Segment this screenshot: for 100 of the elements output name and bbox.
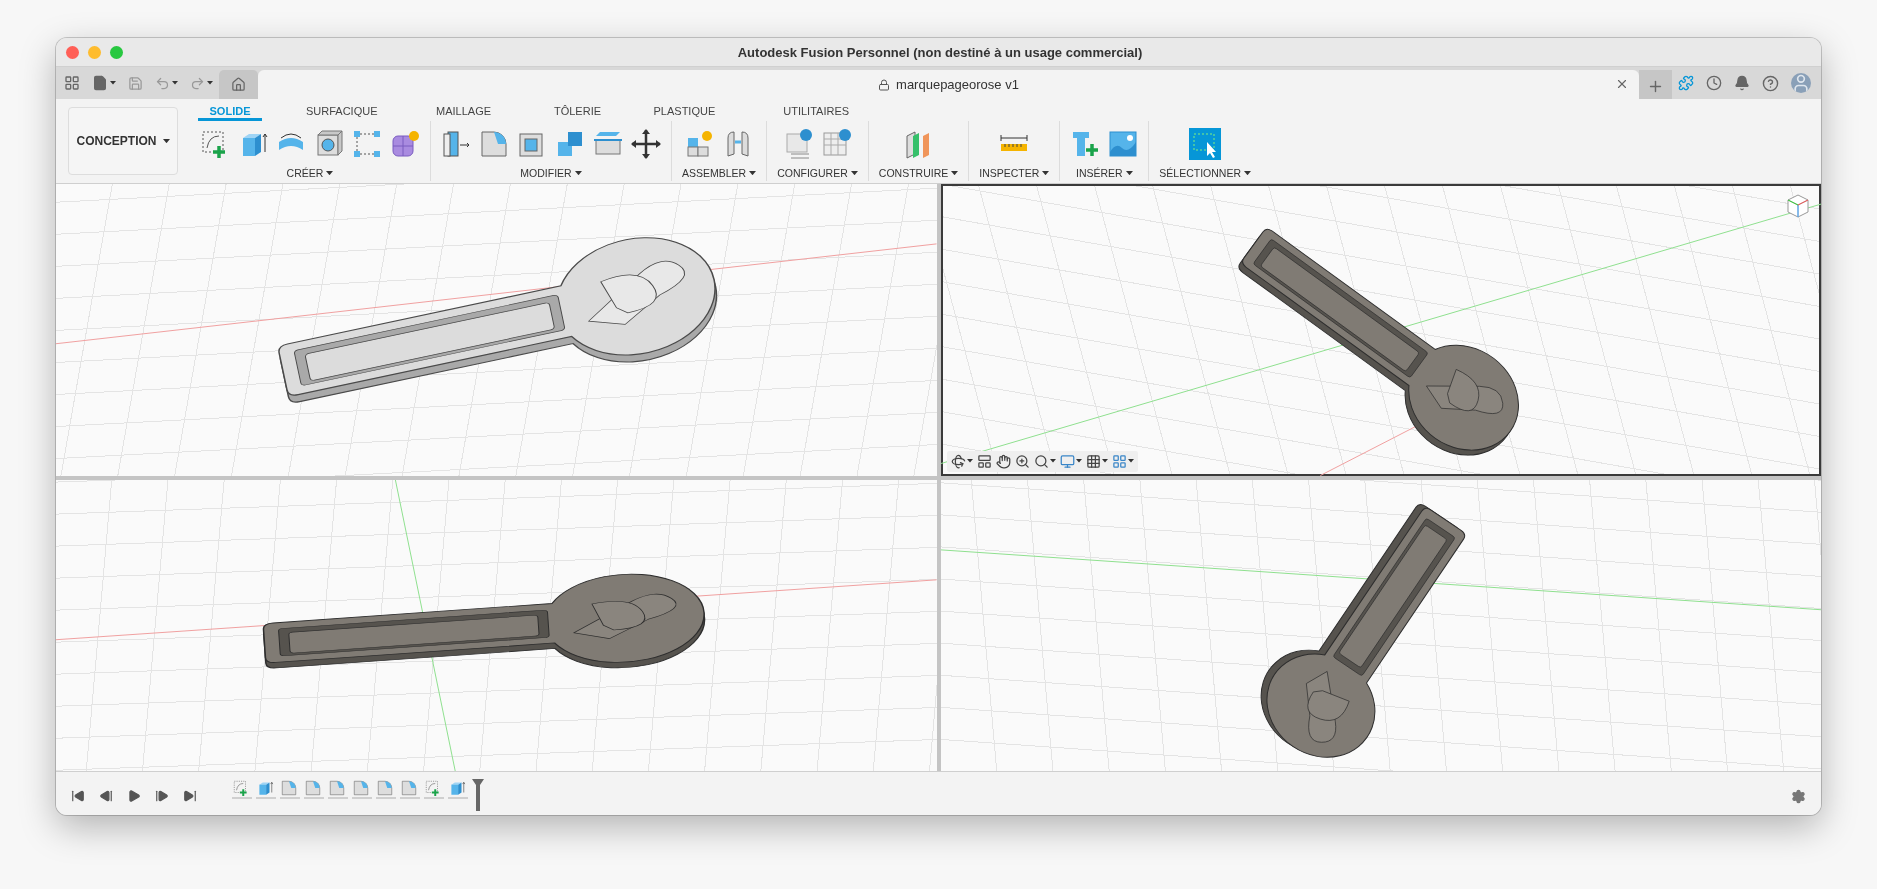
tool-group-menu[interactable]: MODIFIER	[518, 163, 584, 179]
timeline-marker-icon	[472, 779, 484, 811]
home-icon	[231, 77, 246, 92]
rounded-block-icon	[400, 779, 418, 797]
viewport[interactable]	[56, 479, 937, 771]
tool-group-menu[interactable]: INSÉRER	[1073, 163, 1135, 179]
puzzle-icon	[1678, 75, 1694, 91]
caret-icon	[1101, 459, 1108, 463]
tool-group-menu[interactable]: CONFIGURER	[775, 163, 860, 179]
monitor-icon	[1059, 453, 1075, 469]
rounded-block-icon	[280, 779, 298, 797]
zoom-window-button[interactable]	[110, 45, 123, 59]
rounded-block-icon	[376, 779, 394, 797]
block-arrow-icon	[440, 128, 472, 160]
orbit-button[interactable]	[950, 453, 973, 469]
step-back-icon	[99, 789, 113, 803]
caret-icon	[326, 170, 334, 176]
tool-group-menu[interactable]: INSPECTER	[977, 163, 1052, 179]
grid-settings-button[interactable]	[1085, 453, 1108, 469]
viewports-icon	[1111, 453, 1127, 469]
skip-back-icon	[71, 789, 85, 803]
timeline-feature[interactable]	[352, 779, 372, 799]
avatar-icon	[1791, 73, 1811, 93]
cube-arrow-icon	[256, 779, 274, 797]
timeline-feature[interactable]	[448, 779, 468, 799]
timeline-feature[interactable]	[424, 779, 444, 799]
tool-group-menu[interactable]: CONSTRUIRE	[876, 163, 961, 179]
new-tab-button[interactable]	[1639, 70, 1672, 102]
toolbar-tab[interactable]: SURFACIQUE	[302, 101, 382, 121]
timeline-feature[interactable]	[400, 779, 420, 799]
file-icon	[92, 75, 108, 91]
look-at-button[interactable]	[976, 453, 992, 469]
document-title: marquepageorose v1	[896, 77, 1019, 92]
close-window-button[interactable]	[66, 45, 79, 59]
tool-group-menu[interactable]: ASSEMBLER	[680, 163, 759, 179]
caret-icon	[966, 459, 973, 463]
image-icon	[1107, 128, 1140, 160]
caret-icon	[110, 81, 116, 85]
redo-icon	[190, 75, 205, 91]
timeline-feature[interactable]	[256, 779, 276, 799]
toolbar-tab[interactable]: TÔLERIE	[545, 101, 610, 121]
caret-icon	[162, 138, 170, 144]
timeline-feature[interactable]	[304, 779, 324, 799]
viewports-button[interactable]	[1111, 453, 1134, 469]
toolbar-tab[interactable]: MAILLAGE	[431, 101, 496, 121]
caret-icon	[1127, 459, 1134, 463]
caret-icon	[850, 170, 858, 176]
hand-icon	[995, 453, 1011, 469]
sketch-plus-icon	[232, 779, 250, 797]
rounded-block-icon	[352, 779, 370, 797]
rounded-block-icon	[328, 779, 346, 797]
clock-icon	[1706, 75, 1722, 91]
toolbar-tab[interactable]: PLASTIQUE	[649, 101, 720, 121]
caret-icon	[207, 81, 213, 85]
document-tab[interactable]: marquepageorose v1	[258, 70, 1639, 99]
timeline-feature[interactable]	[328, 779, 348, 799]
lock-icon	[878, 78, 891, 91]
nodes-icon	[351, 128, 383, 160]
undo-icon	[155, 75, 170, 91]
save-icon	[128, 75, 143, 91]
pan-button[interactable]	[995, 453, 1011, 469]
rounded-block-icon	[478, 128, 510, 160]
grid-icon	[1085, 453, 1101, 469]
window-title: Autodesk Fusion Personnel (non destiné à un usage commercial)	[736, 44, 1144, 60]
caret-icon	[1125, 170, 1133, 176]
zoom-button[interactable]	[1014, 453, 1030, 469]
zoom-icon	[1014, 453, 1030, 469]
caret-icon	[1075, 459, 1082, 463]
timeline-feature[interactable]	[376, 779, 396, 799]
help-icon	[1762, 74, 1779, 92]
orbit-icon	[950, 453, 966, 469]
skip-forward-icon	[183, 789, 197, 803]
workspace-dropdown[interactable]: CONCEPTION	[68, 107, 178, 175]
apps-grid-icon	[64, 75, 80, 91]
tool-group-menu[interactable]: SÉLECTIONNER	[1157, 163, 1253, 179]
home-tab-button[interactable]	[219, 70, 258, 99]
caret-icon	[574, 170, 582, 176]
display-settings-button[interactable]	[1059, 453, 1082, 469]
viewport[interactable]	[940, 479, 1821, 771]
caret-icon	[951, 170, 959, 176]
cube-arrow-icon	[448, 779, 466, 797]
close-icon	[1615, 77, 1629, 91]
timeline-feature[interactable]	[280, 779, 300, 799]
tool-group-menu[interactable]: CRÉER	[284, 163, 336, 179]
toolbar-tab[interactable]: UTILITAIRES	[779, 101, 854, 121]
caret-icon	[1049, 459, 1056, 463]
sketch-plus-icon	[424, 779, 442, 797]
fit-button[interactable]	[1033, 453, 1056, 469]
play-icon	[127, 789, 141, 803]
magnifier-icon	[1033, 453, 1049, 469]
caret-icon	[172, 81, 178, 85]
move-arrows-icon	[630, 128, 662, 160]
step-forward-icon	[155, 789, 169, 803]
timeline-feature[interactable]	[232, 779, 252, 799]
caret-icon	[1244, 170, 1251, 176]
settings-icon	[1791, 788, 1806, 804]
bell-icon	[1734, 75, 1750, 91]
tool-button[interactable]	[629, 127, 663, 161]
select-cursor-icon	[1189, 128, 1222, 160]
caret-icon	[1042, 170, 1050, 176]
